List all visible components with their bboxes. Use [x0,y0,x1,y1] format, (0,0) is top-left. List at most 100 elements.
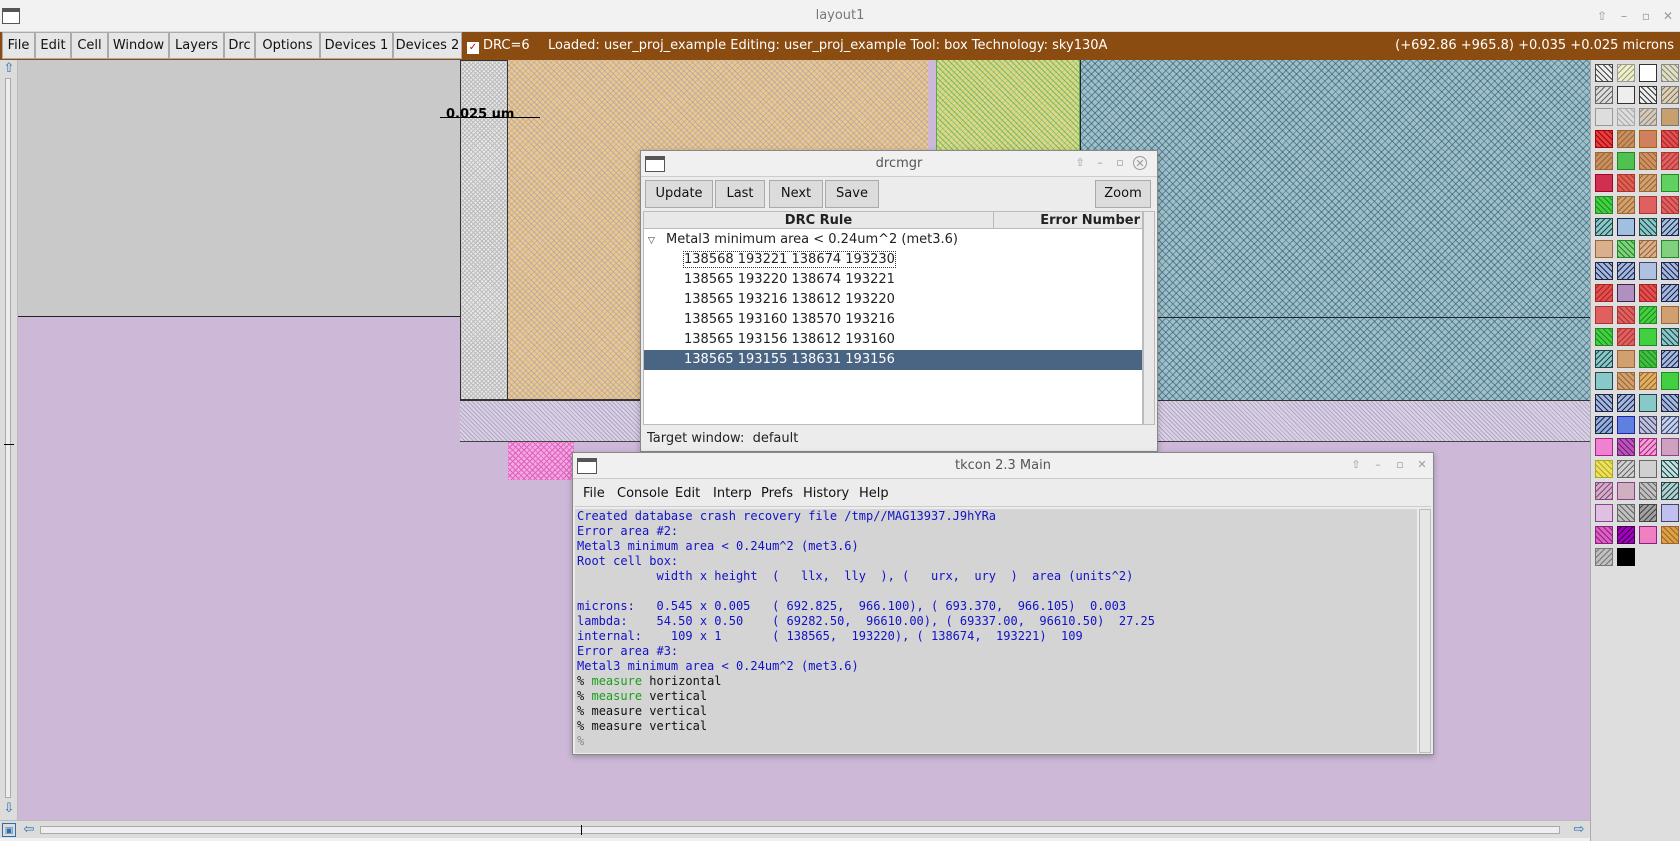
layer-swatch[interactable] [1617,482,1635,500]
close-icon[interactable]: ✕ [1415,458,1429,472]
scroll-thumb[interactable] [581,825,582,835]
layer-swatch[interactable] [1595,196,1613,214]
layer-swatch[interactable] [1595,548,1613,566]
layer-swatch[interactable] [1617,196,1635,214]
minimize-icon[interactable]: – [1616,8,1632,24]
layer-swatch[interactable] [1595,504,1613,522]
layer-swatch[interactable] [1595,438,1613,456]
layer-swatch[interactable] [1639,130,1657,148]
layer-swatch[interactable] [1617,130,1635,148]
tkcon-menu-file[interactable]: File [583,485,605,503]
raise-icon[interactable]: ⇧ [1349,458,1363,472]
layer-swatch[interactable] [1617,64,1635,82]
minimize-icon[interactable]: – [1371,458,1385,472]
menu-window[interactable]: Window [108,32,169,59]
layer-swatch[interactable] [1595,174,1613,192]
layer-swatch[interactable] [1617,328,1635,346]
layer-swatch[interactable] [1639,64,1657,82]
layer-swatch[interactable] [1661,240,1679,258]
last-button[interactable]: Last [715,180,765,208]
layer-swatch[interactable] [1595,152,1613,170]
tkcon-menu-prefs[interactable]: Prefs [761,485,793,503]
layer-swatch[interactable] [1595,64,1613,82]
layer-swatch[interactable] [1661,328,1679,346]
layer-swatch[interactable] [1661,394,1679,412]
layer-swatch[interactable] [1661,130,1679,148]
table-row[interactable]: 138565 193220 138674 193221 [644,270,1142,290]
layer-swatch[interactable] [1661,482,1679,500]
menu-devices-1[interactable]: Devices 1 [320,32,393,59]
console-scrollbar[interactable] [1419,509,1431,753]
layer-swatch[interactable] [1661,262,1679,280]
layer-swatch[interactable] [1617,262,1635,280]
tkcon-menu-edit[interactable]: Edit [675,485,700,503]
tkcon-menu-history[interactable]: History [803,485,849,503]
maximize-icon[interactable]: ▫ [1638,8,1654,24]
menu-cell[interactable]: Cell [71,32,108,59]
layer-swatch[interactable] [1661,438,1679,456]
layer-swatch[interactable] [1639,240,1657,258]
tkcon-titlebar[interactable]: tkcon 2.3 Main ⇧ – ▫ ✕ [573,453,1433,479]
layer-swatch[interactable] [1595,108,1613,126]
layer-swatch[interactable] [1639,152,1657,170]
layer-swatch[interactable] [1617,526,1635,544]
layer-swatch[interactable] [1639,174,1657,192]
raise-icon[interactable]: ⇧ [1073,156,1087,170]
tkcon-menu-interp[interactable]: Interp [713,485,752,503]
console-prompt[interactable]: % [575,734,1417,749]
layer-swatch[interactable] [1595,460,1613,478]
layer-swatch[interactable] [1639,108,1657,126]
close-icon[interactable]: ✕ [1660,8,1676,24]
table-row[interactable]: 138565 193216 138612 193220 [644,290,1142,310]
raise-icon[interactable]: ⇧ [1594,8,1610,24]
menu-edit[interactable]: Edit [35,32,71,59]
layer-swatch[interactable] [1617,372,1635,390]
vertical-scrollbar[interactable]: ⇧ ⇩ [0,60,18,820]
layer-swatch[interactable] [1595,130,1613,148]
vertical-scroll-track[interactable] [5,78,11,798]
table-row[interactable]: 138565 193156 138612 193160 [644,330,1142,350]
layer-swatch[interactable] [1661,64,1679,82]
layer-swatch[interactable] [1639,86,1657,104]
layer-swatch[interactable] [1617,284,1635,302]
console-output[interactable]: Created database crash recovery file /tm… [575,509,1417,753]
layer-swatch[interactable] [1661,350,1679,368]
layer-swatch[interactable] [1617,306,1635,324]
arrow-down-icon[interactable]: ⇩ [2,802,16,816]
layer-swatch[interactable] [1639,284,1657,302]
layer-swatch[interactable] [1617,394,1635,412]
collapse-triangle-icon[interactable]: ▽ [648,231,660,251]
layer-swatch[interactable] [1661,152,1679,170]
horizontal-scroll-track[interactable] [40,826,1560,834]
table-row[interactable]: 138568 193221 138674 193230 [644,250,1142,270]
tkcon-menu-console[interactable]: Console [617,485,669,503]
tkcon-menu-help[interactable]: Help [859,485,889,503]
layer-swatch[interactable] [1595,284,1613,302]
layer-swatch[interactable] [1661,416,1679,434]
layer-swatch[interactable] [1639,394,1657,412]
layer-swatch[interactable] [1617,218,1635,236]
tree-node-rule[interactable]: ▽ Metal3 minimum area < 0.24um^2 (met3.6) [648,230,958,250]
layer-swatch[interactable] [1617,416,1635,434]
layer-swatch[interactable] [1617,460,1635,478]
layer-swatch[interactable] [1617,174,1635,192]
minimize-icon[interactable]: – [1093,156,1107,170]
layer-swatch[interactable] [1595,86,1613,104]
layer-swatch[interactable] [1661,108,1679,126]
layer-swatch[interactable] [1617,438,1635,456]
table-row-selected[interactable]: 138565 193155 138631 193156 [644,350,1142,370]
layer-swatch[interactable] [1617,108,1635,126]
drc-table-scrollbar[interactable] [1143,211,1155,425]
menu-layers[interactable]: Layers [169,32,224,59]
menu-options[interactable]: Options [255,32,320,59]
zoom-box-icon[interactable]: ▣ [2,823,16,837]
layer-swatch[interactable] [1639,328,1657,346]
layer-swatch[interactable] [1661,504,1679,522]
layer-swatch[interactable] [1617,504,1635,522]
layer-swatch[interactable] [1661,196,1679,214]
layer-swatch[interactable] [1595,240,1613,258]
layer-swatch[interactable] [1639,526,1657,544]
zoom-button[interactable]: Zoom [1095,180,1151,208]
layer-swatch[interactable] [1661,284,1679,302]
layer-swatch[interactable] [1661,306,1679,324]
